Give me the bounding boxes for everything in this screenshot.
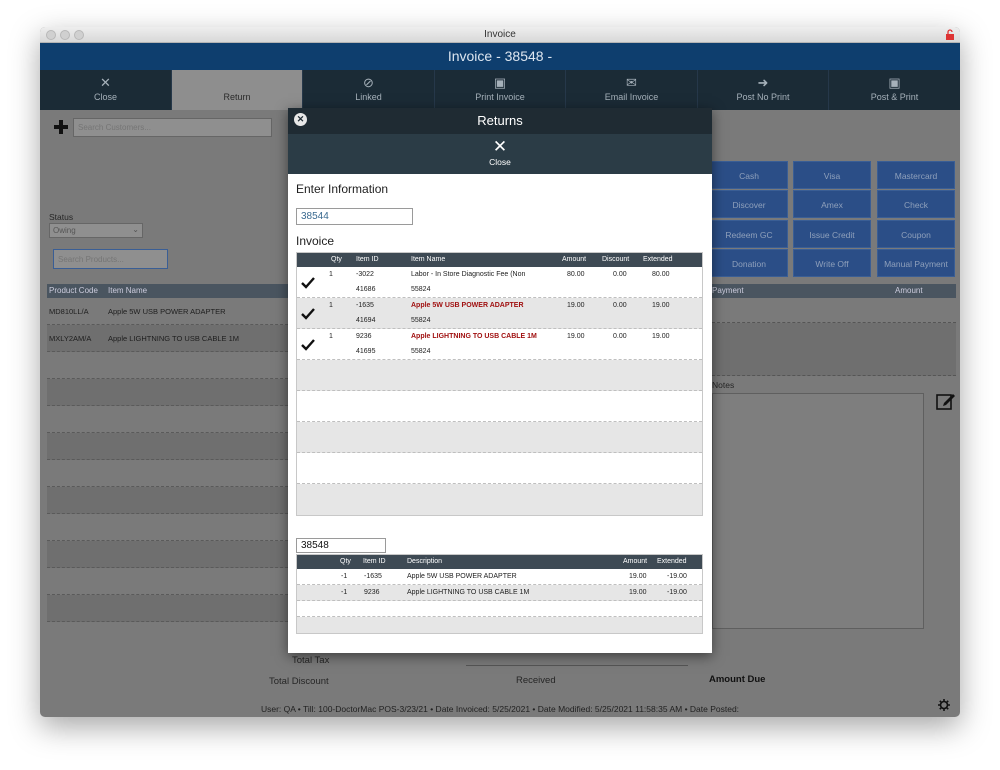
payments-row-empty bbox=[712, 323, 956, 376]
products-table: Product Code Item Name MD810LL/A Apple 5… bbox=[47, 284, 288, 622]
close-circle-icon[interactable]: ✕ bbox=[294, 113, 307, 126]
invoice-header: Invoice - 38548 - bbox=[40, 43, 960, 70]
edit-notes-icon[interactable] bbox=[936, 391, 956, 411]
mastercard-button[interactable]: Mastercard bbox=[877, 161, 955, 189]
printer-icon: ▣ bbox=[493, 75, 507, 90]
modal-title: Returns bbox=[477, 113, 523, 128]
printer-icon: ▣ bbox=[888, 75, 901, 90]
redeem-gc-button[interactable]: Redeem GC bbox=[710, 220, 788, 248]
close-icon: ✕ bbox=[100, 75, 111, 90]
total-discount-label: Total Discount bbox=[269, 676, 329, 687]
arrow-right-icon: ➜ bbox=[757, 75, 769, 90]
enter-information-label: Enter Information bbox=[296, 182, 389, 196]
payments-table-header: Payment Amount bbox=[712, 284, 956, 298]
main-toolbar: ✕ Close Return ⊘ Linked ▣ Print Invoice ✉ Em… bbox=[40, 70, 960, 110]
table-row[interactable]: -1 9236 Apple LIGHTNING TO USB CABLE 1M … bbox=[297, 585, 702, 601]
link-icon: ⊘ bbox=[363, 75, 374, 90]
visa-button[interactable]: Visa bbox=[793, 161, 871, 189]
modal-header: ✕ Returns bbox=[288, 108, 712, 134]
close-button[interactable]: ✕ Close bbox=[40, 70, 172, 110]
table-row-empty bbox=[297, 422, 702, 453]
add-customer-plus-icon[interactable] bbox=[54, 120, 68, 134]
table-row[interactable]: 1 -1635 41694 Apple 5W USB POWER ADAPTER… bbox=[297, 298, 702, 329]
checkmark-icon[interactable] bbox=[301, 307, 315, 321]
manual-payment-button[interactable]: Manual Payment bbox=[877, 249, 955, 277]
search-customers-input[interactable] bbox=[73, 118, 272, 137]
write-off-button[interactable]: Write Off bbox=[793, 249, 871, 277]
amount-due-label: Amount Due bbox=[709, 674, 766, 685]
linked-button[interactable]: ⊘ Linked bbox=[303, 70, 435, 110]
table-row-empty bbox=[47, 379, 288, 406]
table-row[interactable]: 1 -3022 41686 Labor - In Store Diagnosti… bbox=[297, 267, 702, 298]
check-button[interactable]: Check bbox=[877, 190, 955, 218]
table-row-empty bbox=[47, 595, 288, 622]
table-row-empty bbox=[47, 514, 288, 541]
invoice-search-field[interactable]: 38544 bbox=[296, 208, 413, 225]
issue-credit-button[interactable]: Issue Credit bbox=[793, 220, 871, 248]
chevron-down-icon: ⌄ bbox=[132, 225, 139, 234]
coupon-button[interactable]: Coupon bbox=[877, 220, 955, 248]
received-label: Received bbox=[516, 675, 556, 686]
cash-button[interactable]: Cash bbox=[710, 161, 788, 189]
title-bar: Invoice bbox=[40, 27, 960, 43]
checkmark-icon[interactable] bbox=[301, 276, 315, 290]
window-title: Invoice bbox=[484, 29, 516, 40]
table-row-empty bbox=[47, 406, 288, 433]
search-products-input[interactable] bbox=[53, 249, 168, 269]
table-row-empty bbox=[47, 460, 288, 487]
table-row-empty bbox=[47, 433, 288, 460]
table-row-empty bbox=[47, 568, 288, 595]
table-row[interactable]: -1 -1635 Apple 5W USB POWER ADAPTER 19.0… bbox=[297, 569, 702, 585]
invoice-table-header: Qty Item ID Item Name Amount Discount Ex… bbox=[297, 253, 702, 267]
table-row[interactable]: MD810LL/A Apple 5W USB POWER ADAPTER bbox=[47, 298, 288, 325]
status-label: Status bbox=[49, 212, 74, 222]
invoice-title: Invoice - 38548 - bbox=[447, 48, 553, 64]
total-tax-label: Total Tax bbox=[292, 655, 330, 666]
return-items-table: Qty Item ID Description Amount Extended … bbox=[296, 554, 703, 634]
returns-modal: ✕ Returns ✕ Close Enter Information 3854… bbox=[288, 108, 712, 653]
table-row-empty bbox=[297, 391, 702, 422]
table-row[interactable]: 1 9236 41695 Apple LIGHTNING TO USB CABL… bbox=[297, 329, 702, 360]
table-row-empty bbox=[47, 352, 288, 379]
amex-button[interactable]: Amex bbox=[793, 190, 871, 218]
discover-button[interactable]: Discover bbox=[710, 190, 788, 218]
checkmark-icon[interactable] bbox=[301, 338, 315, 352]
notes-textarea[interactable] bbox=[712, 393, 924, 629]
table-row-empty bbox=[47, 541, 288, 568]
status-select[interactable]: Owing ⌄ bbox=[49, 223, 143, 238]
return-invoice-field[interactable]: 38548 bbox=[296, 538, 386, 553]
post-no-print-button[interactable]: ➜ Post No Print bbox=[698, 70, 829, 110]
gear-icon[interactable] bbox=[938, 699, 950, 711]
email-invoice-button[interactable]: ✉ Email Invoice bbox=[566, 70, 698, 110]
lock-icon bbox=[946, 29, 954, 40]
divider bbox=[466, 665, 688, 666]
status-bar: User: QA • Till: 100-DoctorMac POS-3/23/… bbox=[260, 704, 740, 714]
table-row-empty bbox=[297, 484, 702, 515]
modal-close-button[interactable]: ✕ Close bbox=[288, 134, 712, 174]
table-row-empty bbox=[297, 453, 702, 484]
invoice-items-table: Qty Item ID Item Name Amount Discount Ex… bbox=[296, 252, 703, 516]
table-row-empty bbox=[297, 360, 702, 391]
table-row-empty bbox=[47, 487, 288, 514]
table-row-empty bbox=[297, 617, 702, 633]
close-icon: ✕ bbox=[492, 137, 508, 156]
return-button[interactable]: Return bbox=[172, 70, 303, 110]
table-row-empty bbox=[297, 601, 702, 617]
payments-row-empty bbox=[712, 298, 956, 323]
post-print-button[interactable]: ▣ Post & Print bbox=[829, 70, 960, 110]
table-row[interactable]: MXLY2AM/A Apple LIGHTNING TO USB CABLE 1… bbox=[47, 325, 288, 352]
return-icon bbox=[172, 76, 302, 90]
mail-icon: ✉ bbox=[626, 75, 637, 90]
return-table-header: Qty Item ID Description Amount Extended bbox=[297, 555, 702, 569]
products-table-header: Product Code Item Name bbox=[47, 284, 288, 298]
notes-label: Notes bbox=[712, 380, 735, 390]
donation-button[interactable]: Donation bbox=[710, 249, 788, 277]
invoice-section-label: Invoice bbox=[296, 234, 335, 248]
print-invoice-button[interactable]: ▣ Print Invoice bbox=[435, 70, 566, 110]
